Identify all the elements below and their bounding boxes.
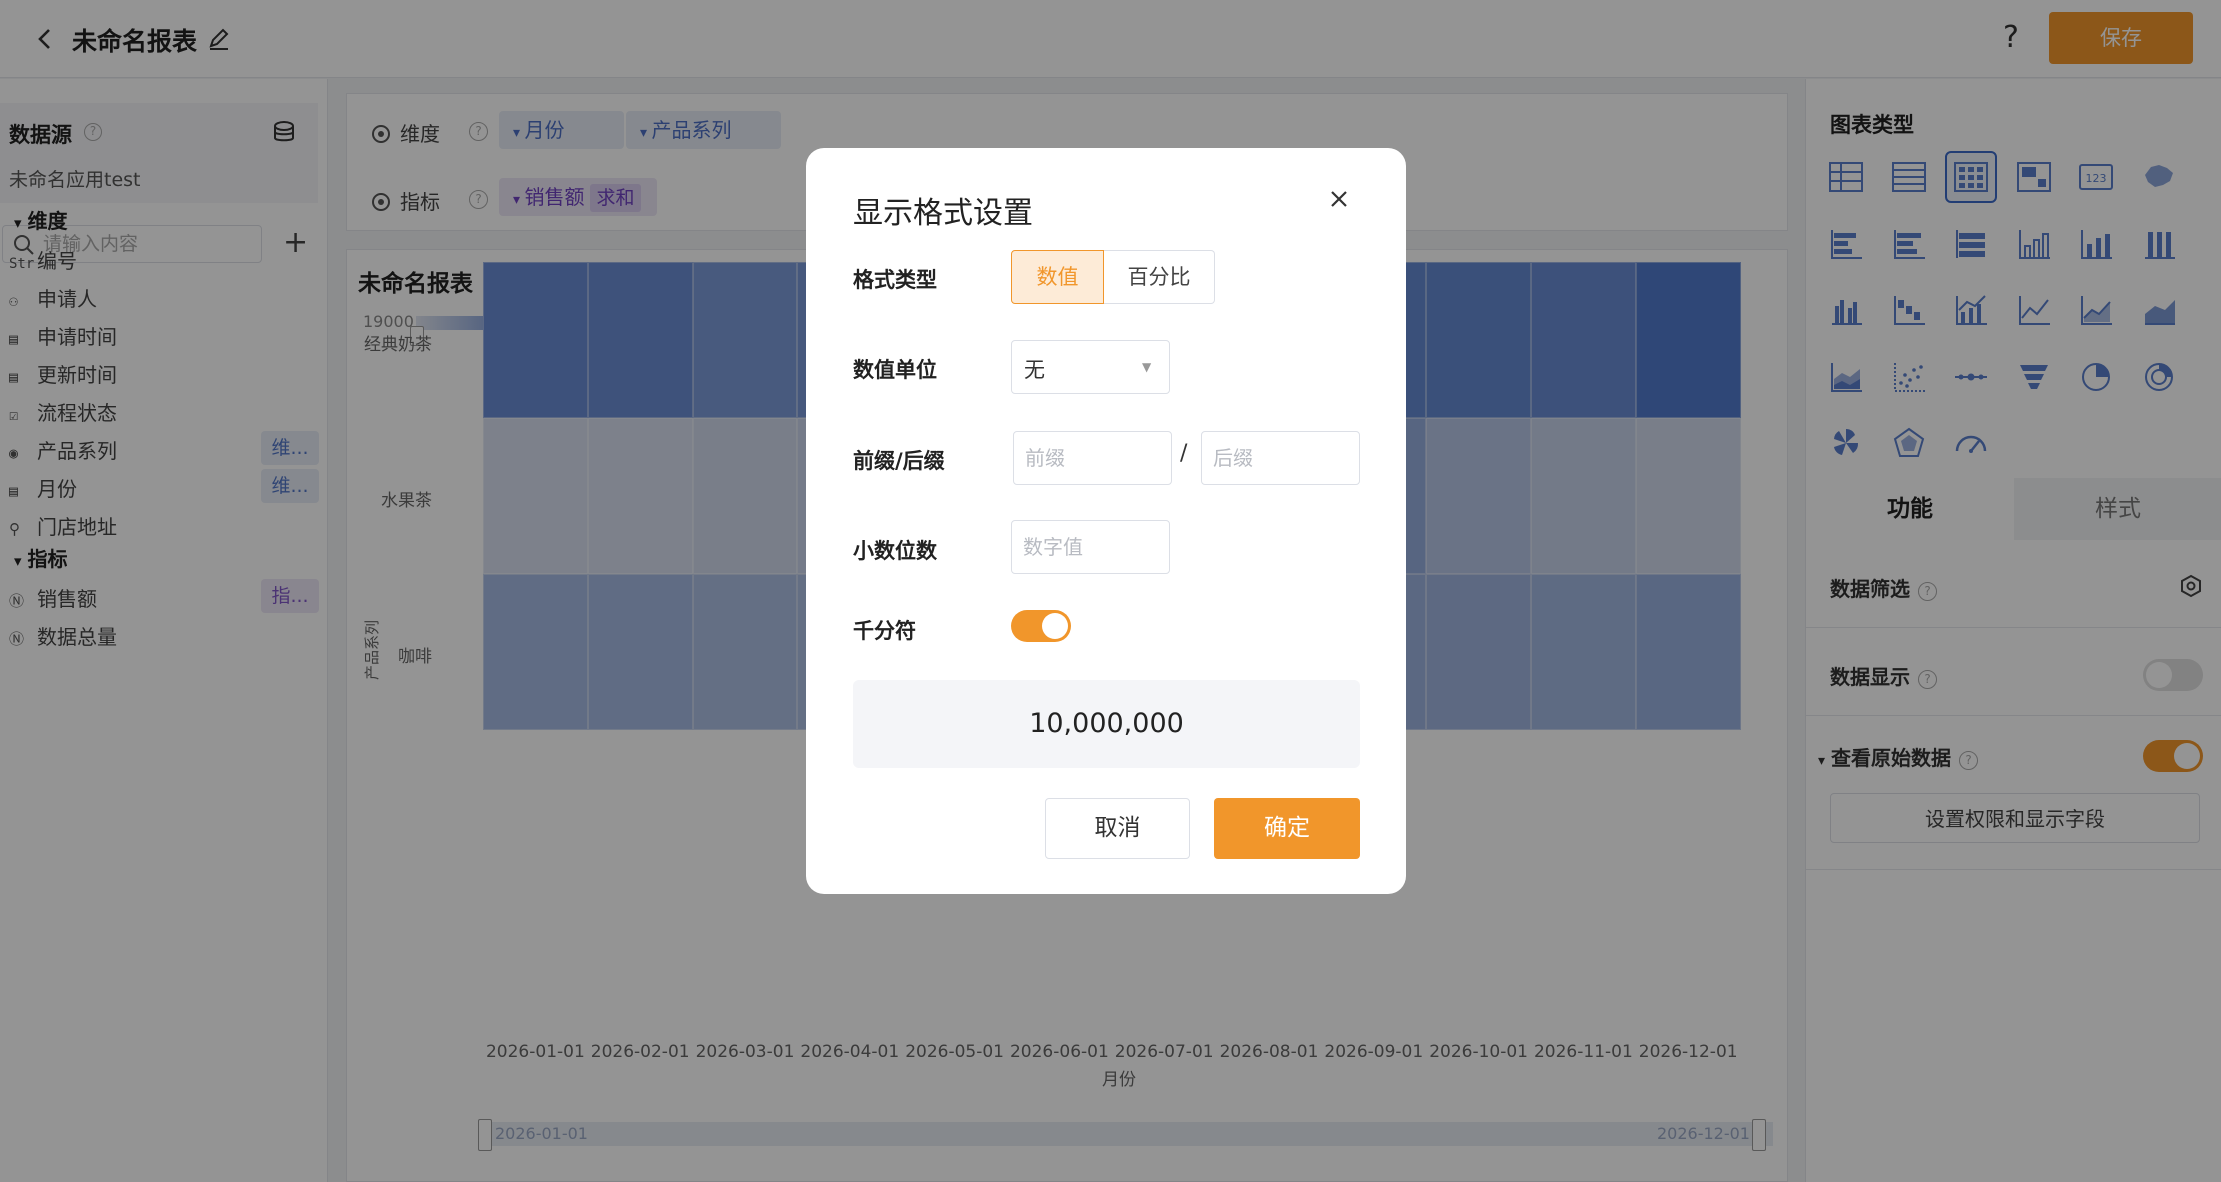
- affix-label: 前缀/后缀: [853, 449, 945, 473]
- unit-select[interactable]: 无 ▼: [1011, 340, 1170, 394]
- dialog-title: 显示格式设置: [853, 196, 1033, 231]
- affix-separator: /: [1180, 441, 1188, 466]
- format-preview: 10,000,000: [853, 680, 1360, 768]
- format-option-number[interactable]: 数值: [1011, 250, 1104, 304]
- decimal-label: 小数位数: [853, 539, 937, 563]
- format-option-percent[interactable]: 百分比: [1104, 250, 1215, 304]
- decimal-input[interactable]: [1011, 520, 1170, 574]
- cancel-button[interactable]: 取消: [1045, 798, 1190, 859]
- prefix-input[interactable]: [1013, 431, 1172, 485]
- confirm-button[interactable]: 确定: [1214, 798, 1360, 859]
- suffix-input[interactable]: [1201, 431, 1360, 485]
- toggle-knob: [1042, 613, 1068, 639]
- chevron-down-icon: ▼: [1142, 360, 1152, 374]
- unit-select-value: 无: [1024, 358, 1045, 382]
- thousands-separator-label: 千分符: [853, 619, 916, 643]
- format-settings-dialog: 显示格式设置 格式类型 数值 百分比 数值单位 无 ▼ 前缀/后缀 / 小数位数…: [806, 148, 1406, 894]
- format-type-label: 格式类型: [853, 268, 937, 292]
- close-icon[interactable]: [1324, 184, 1354, 214]
- thousands-separator-toggle[interactable]: [1011, 610, 1071, 642]
- unit-label: 数值单位: [853, 358, 937, 382]
